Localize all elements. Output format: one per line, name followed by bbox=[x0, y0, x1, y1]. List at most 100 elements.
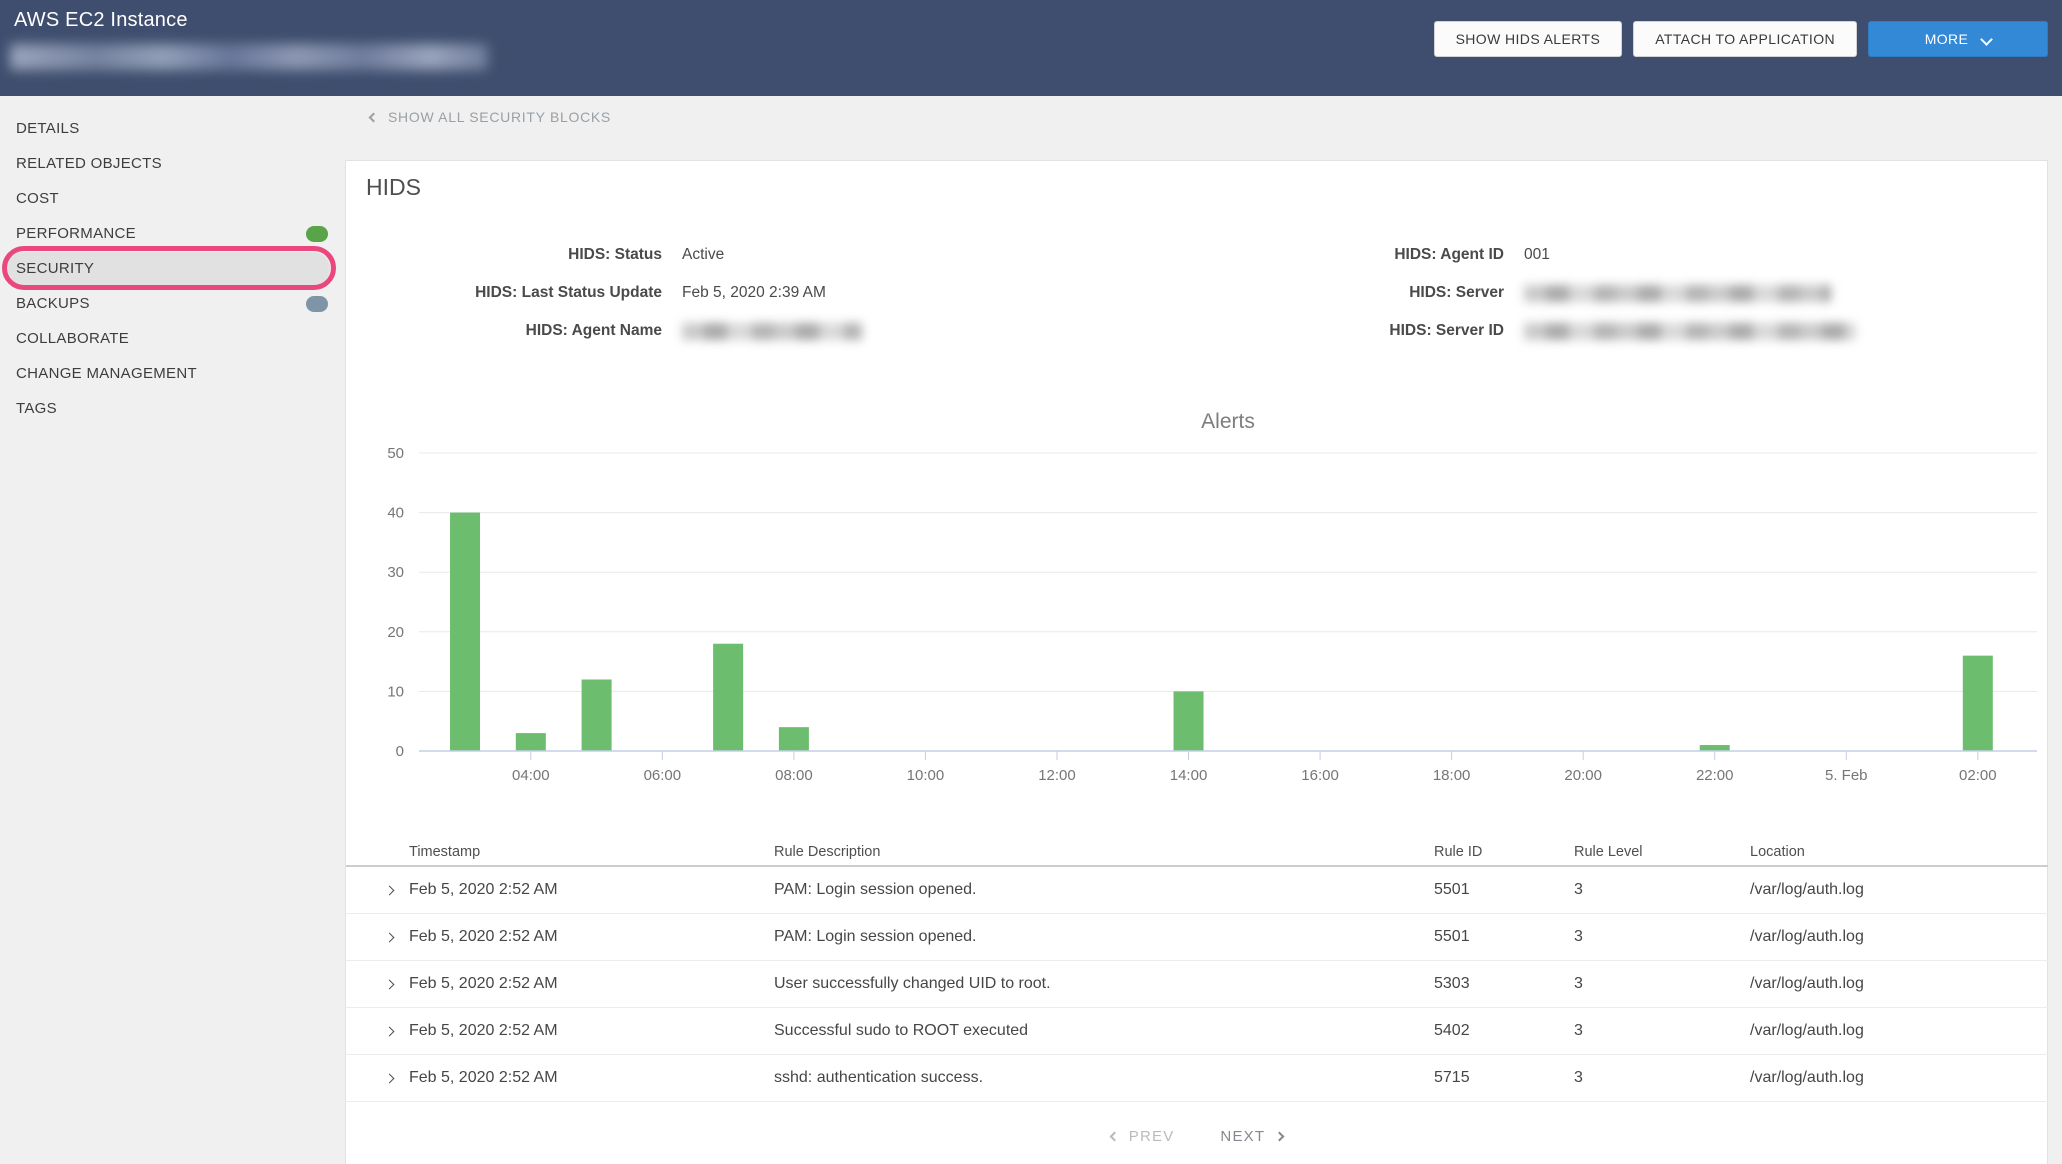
attach-to-application-button[interactable]: ATTACH TO APPLICATION bbox=[1633, 21, 1857, 57]
alert-bar-feb-4-04-00 bbox=[515, 733, 546, 751]
performance-status-dot bbox=[306, 225, 328, 242]
cell-rule-description: sshd: authentication success. bbox=[774, 1069, 984, 1086]
page-title: AWS EC2 Instance bbox=[14, 9, 188, 31]
sidebar-item-label: SECURITY bbox=[16, 260, 95, 277]
sidebar-item-backups[interactable]: BACKUPS bbox=[0, 286, 344, 321]
prev-page-button[interactable]: PREV bbox=[1109, 1127, 1175, 1145]
sidebar-item-label: COLLABORATE bbox=[16, 330, 130, 347]
cell-timestamp: Feb 5, 2020 2:52 AM bbox=[409, 1022, 558, 1039]
table-row[interactable]: Feb 5, 2020 2:52 AM User successfully cha… bbox=[346, 961, 2048, 1008]
cell-rule-description: PAM: Login session opened. bbox=[774, 881, 977, 898]
chevron-left-icon bbox=[1109, 1131, 1120, 1141]
sidebar-item-label: RELATED OBJECTS bbox=[16, 155, 162, 172]
next-page-button[interactable]: NEXT bbox=[1220, 1127, 1285, 1145]
alert-bar-feb-4-05-00 bbox=[581, 679, 612, 751]
pagination: PREV NEXT bbox=[346, 1121, 2048, 1151]
x-axis-tick-label: 04:00 bbox=[512, 767, 550, 784]
sidebar-item-details[interactable]: DETAILS bbox=[0, 111, 344, 146]
alert-bar-feb-4-03-00 bbox=[450, 512, 481, 751]
expand-row-chevron-icon[interactable] bbox=[384, 928, 409, 946]
hids-fields-right: HIDS: Agent ID 001 HIDS: Server HIDS: Serve… bbox=[1188, 236, 2038, 350]
x-axis-tick-label: 14:00 bbox=[1170, 767, 1208, 784]
x-axis-tick-label: 22:00 bbox=[1696, 767, 1734, 784]
chevron-right-icon bbox=[384, 1026, 395, 1037]
field-value bbox=[1524, 284, 1831, 302]
expand-row-chevron-icon[interactable] bbox=[384, 881, 409, 899]
y-axis-tick-label: 20 bbox=[387, 624, 404, 641]
column-header-location: Location bbox=[1750, 844, 1805, 860]
backups-status-dot bbox=[306, 295, 328, 312]
field-value bbox=[1524, 322, 1856, 340]
alert-bar-feb-4-08-00 bbox=[778, 727, 809, 751]
alerts-chart: Alerts 0 10 20 30 40 50 04:00 06:00 08:00 10:00 12:… bbox=[346, 391, 2048, 811]
cell-timestamp: Feb 5, 2020 2:52 AM bbox=[409, 928, 558, 945]
sidebar-item-label: BACKUPS bbox=[16, 295, 90, 312]
cell-timestamp: Feb 5, 2020 2:52 AM bbox=[409, 975, 558, 992]
sidebar-item-label: TAGS bbox=[16, 400, 57, 417]
column-header-rule-level: Rule Level bbox=[1574, 844, 1643, 860]
x-axis-tick-label: 06:00 bbox=[644, 767, 682, 784]
show-all-security-blocks-link[interactable]: SHOW ALL SECURITY BLOCKS bbox=[368, 109, 611, 125]
hids-field-hids-agent-id: HIDS: Agent ID 001 bbox=[1188, 236, 2038, 274]
y-axis-tick-label: 0 bbox=[396, 743, 404, 760]
chevron-right-icon bbox=[384, 1073, 395, 1084]
show-hids-alerts-button[interactable]: SHOW HIDS ALERTS bbox=[1433, 21, 1623, 57]
cell-rule-id: 5501 bbox=[1434, 928, 1470, 945]
expand-row-chevron-icon[interactable] bbox=[384, 975, 409, 993]
content-area: SHOW ALL SECURITY BLOCKS HIDS HIDS: Stat… bbox=[344, 96, 2062, 1164]
cell-rule-level: 3 bbox=[1574, 975, 1583, 992]
cell-timestamp: Feb 5, 2020 2:52 AM bbox=[409, 881, 558, 898]
cell-rule-level: 3 bbox=[1574, 881, 1583, 898]
redacted-value bbox=[1524, 284, 1831, 302]
chart-title: Alerts bbox=[1201, 410, 1255, 433]
sidebar-item-tags[interactable]: TAGS bbox=[0, 391, 344, 426]
cell-rule-id: 5303 bbox=[1434, 975, 1470, 992]
field-label: HIDS: Last Status Update bbox=[475, 284, 662, 301]
y-axis-tick-label: 50 bbox=[387, 445, 404, 462]
table-row[interactable]: Feb 5, 2020 2:52 AM PAM: Login session op… bbox=[346, 867, 2048, 914]
y-axis-tick-label: 30 bbox=[387, 564, 404, 581]
x-axis-tick-label: 16:00 bbox=[1301, 767, 1339, 784]
sidebar-item-label: PERFORMANCE bbox=[16, 225, 136, 242]
redacted-value bbox=[682, 322, 862, 340]
cell-location: /var/log/auth.log bbox=[1750, 1022, 1864, 1039]
chevron-right-icon bbox=[384, 979, 395, 990]
x-axis-tick-label: 5. Feb bbox=[1825, 767, 1868, 784]
expand-row-chevron-icon[interactable] bbox=[384, 1022, 409, 1040]
cell-timestamp: Feb 5, 2020 2:52 AM bbox=[409, 1069, 558, 1086]
sidebar-item-collaborate[interactable]: COLLABORATE bbox=[0, 321, 344, 356]
prev-label: PREV bbox=[1128, 1127, 1175, 1145]
more-button-label: MORE bbox=[1924, 31, 1969, 47]
expand-row-chevron-icon[interactable] bbox=[384, 1069, 409, 1087]
field-label: HIDS: Server bbox=[1409, 284, 1504, 301]
sidebar-item-cost[interactable]: COST bbox=[0, 181, 344, 216]
table-header: Timestamp Rule Description Rule ID Rule Lev… bbox=[346, 839, 2048, 867]
hids-fields-left: HIDS: Status Active HIDS: Last Status Upda… bbox=[346, 236, 1196, 350]
column-header-rule-description: Rule Description bbox=[774, 844, 881, 860]
field-value: 001 bbox=[1524, 246, 1550, 263]
cell-location: /var/log/auth.log bbox=[1750, 928, 1864, 945]
y-axis-tick-label: 40 bbox=[387, 505, 404, 522]
hids-field-hids-server: HIDS: Server bbox=[1188, 274, 2038, 312]
more-button[interactable]: MORE bbox=[1868, 21, 2048, 57]
sidebar-item-performance[interactable]: PERFORMANCE bbox=[0, 216, 344, 251]
card-title: HIDS bbox=[366, 174, 421, 200]
cell-location: /var/log/auth.log bbox=[1750, 1069, 1864, 1086]
cell-rule-level: 3 bbox=[1574, 928, 1583, 945]
x-axis-tick-label: 12:00 bbox=[1038, 767, 1076, 784]
alert-bar-feb-4-14-00 bbox=[1173, 691, 1204, 751]
back-link-label: SHOW ALL SECURITY BLOCKS bbox=[388, 109, 611, 125]
field-label: HIDS: Status bbox=[568, 246, 662, 263]
hids-field-hids-status: HIDS: Status Active bbox=[346, 236, 1196, 274]
sidebar-item-security[interactable]: SECURITY bbox=[0, 246, 344, 290]
sidebar-item-related-objects[interactable]: RELATED OBJECTS bbox=[0, 146, 344, 181]
table-row[interactable]: Feb 5, 2020 2:52 AM sshd: authentication … bbox=[346, 1055, 2048, 1102]
next-label: NEXT bbox=[1220, 1127, 1266, 1145]
table-row[interactable]: Feb 5, 2020 2:52 AM Successful sudo to RO… bbox=[346, 1008, 2048, 1055]
hids-card: HIDS HIDS: Status Active HIDS: Last Status… bbox=[345, 160, 2048, 1164]
cell-rule-id: 5402 bbox=[1434, 1022, 1470, 1039]
table-row[interactable]: Feb 5, 2020 2:52 AM PAM: Login session op… bbox=[346, 914, 2048, 961]
sidebar-item-label: COST bbox=[16, 190, 59, 207]
sidebar-item-change-management[interactable]: CHANGE MANAGEMENT bbox=[0, 356, 344, 391]
x-axis-tick-label: 18:00 bbox=[1433, 767, 1471, 784]
